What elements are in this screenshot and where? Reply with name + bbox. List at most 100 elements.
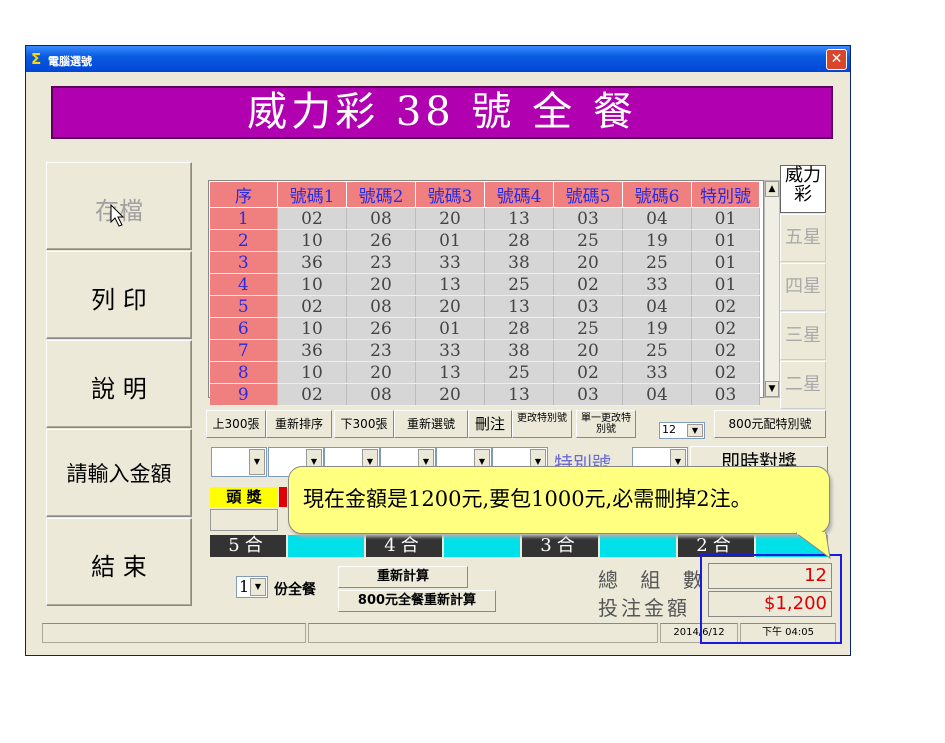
- reselect-button[interactable]: 重新選號: [394, 410, 468, 438]
- row-number: 8: [209, 361, 278, 384]
- print-button[interactable]: 列 印: [46, 251, 192, 339]
- number-cell: 03: [553, 295, 623, 318]
- row-number: 7: [209, 339, 278, 362]
- column-header[interactable]: 號碼6: [622, 181, 692, 208]
- number-cell: 25: [553, 229, 623, 252]
- help-button[interactable]: 說 明: [46, 340, 192, 428]
- number-cell: 25: [553, 317, 623, 340]
- row-number: 4: [209, 273, 278, 296]
- column-header[interactable]: 號碼5: [553, 181, 623, 208]
- number-cell: 01: [691, 251, 760, 274]
- column-header[interactable]: 特別號: [691, 181, 760, 208]
- tier-powerball[interactable]: 威力彩: [780, 165, 826, 213]
- row-number: 2: [209, 229, 278, 252]
- table-row[interactable]: 6 10 26 01 28 25 19 02: [209, 317, 760, 340]
- number-cell: 19: [622, 229, 692, 252]
- number-cell: 02: [553, 361, 623, 384]
- table-row[interactable]: 9 02 08 20 13 03 04 03: [209, 383, 760, 406]
- mouse-cursor-icon: [110, 204, 125, 227]
- match-3-value: [600, 535, 676, 557]
- number-cell: 02: [691, 361, 760, 384]
- check-number-select-1[interactable]: ▼: [211, 447, 267, 477]
- number-cell: 33: [622, 273, 692, 296]
- chevron-down-icon: ▼: [249, 449, 265, 475]
- tier-five-star[interactable]: 五星: [780, 214, 826, 262]
- match-5-label: 5合: [210, 535, 286, 557]
- number-cell: 20: [415, 295, 485, 318]
- column-header[interactable]: 號碼2: [346, 181, 416, 208]
- number-cell: 01: [415, 229, 485, 252]
- number-cell: 02: [277, 207, 347, 230]
- window-title: 電腦選號: [48, 55, 92, 68]
- number-cell: 33: [415, 251, 485, 274]
- enter-amount-button[interactable]: 請輸入金額: [46, 429, 192, 517]
- number-cell: 25: [484, 273, 554, 296]
- sets-select[interactable]: 1 ▼: [236, 576, 268, 598]
- number-cell: 01: [691, 273, 760, 296]
- number-cell: 02: [553, 273, 623, 296]
- table-row[interactable]: 8 10 20 13 25 02 33 02: [209, 361, 760, 384]
- table-row[interactable]: 1 02 08 20 13 03 04 01: [209, 207, 760, 230]
- match-3-label: 3合: [522, 535, 598, 557]
- status-panel-1: [42, 623, 306, 643]
- change-one-special-button[interactable]: 單一更改特別號: [576, 410, 636, 438]
- scroll-up-arrow[interactable]: ▲: [765, 181, 779, 197]
- prev-300-button[interactable]: 上300張: [206, 410, 266, 438]
- table-row[interactable]: 4 10 20 13 25 02 33 01: [209, 273, 760, 296]
- prize-field-1: [210, 509, 278, 531]
- banner-title: 威力彩 38 號 全 餐: [51, 86, 833, 139]
- column-header[interactable]: 號碼3: [415, 181, 485, 208]
- bet-amount-label: 投注金額: [598, 596, 690, 620]
- status-panel-2: [308, 623, 658, 643]
- table-row[interactable]: 3 36 23 33 38 20 25 01: [209, 251, 760, 274]
- number-cell: 02: [691, 295, 760, 318]
- number-cell: 36: [277, 339, 347, 362]
- column-header[interactable]: 號碼4: [484, 181, 554, 208]
- number-cell: 25: [484, 361, 554, 384]
- next-300-button[interactable]: 下300張: [334, 410, 394, 438]
- tier-four-star[interactable]: 四星: [780, 263, 826, 311]
- exit-button[interactable]: 結 束: [46, 518, 192, 606]
- table-row[interactable]: 5 02 08 20 13 03 04 02: [209, 295, 760, 318]
- tier-three-star[interactable]: 三星: [780, 312, 826, 360]
- chevron-down-icon: ▼: [250, 578, 266, 596]
- number-cell: 13: [415, 273, 485, 296]
- close-button[interactable]: ✕: [826, 49, 847, 70]
- number-cell: 20: [346, 273, 416, 296]
- number-cell: 23: [346, 339, 416, 362]
- recalculate-800-button[interactable]: 800元全餐重新計算: [338, 590, 496, 612]
- column-header[interactable]: 號碼1: [277, 181, 347, 208]
- number-cell: 36: [277, 251, 347, 274]
- number-cell: 25: [622, 251, 692, 274]
- sets-label: 份全餐: [274, 582, 316, 598]
- resort-button[interactable]: 重新排序: [266, 410, 332, 438]
- grid-scrollbar[interactable]: ▲ ▼: [764, 180, 780, 398]
- callout-tooltip: 現在金額是1200元,要包1000元,必需刪掉2注。: [288, 466, 830, 534]
- number-cell: 13: [484, 383, 554, 406]
- row-number: 3: [209, 251, 278, 274]
- count-select[interactable]: 12 ▼: [659, 422, 705, 439]
- delete-bet-button[interactable]: 刪注: [468, 410, 512, 438]
- column-header[interactable]: 序: [209, 181, 278, 208]
- number-cell: 26: [346, 317, 416, 340]
- recalculate-button[interactable]: 重新計算: [338, 566, 468, 588]
- table-row[interactable]: 2 10 26 01 28 25 19 01: [209, 229, 760, 252]
- number-cell: 20: [553, 339, 623, 362]
- numbers-grid[interactable]: 序號碼1 號碼2 號碼3 號碼4 號碼5 號碼6 特別號 1 02 08 20 13 03 04 01 2 1…: [208, 180, 764, 406]
- change-special-button[interactable]: 更改特別號: [512, 410, 572, 438]
- number-cell: 33: [622, 361, 692, 384]
- number-cell: 28: [484, 317, 554, 340]
- scroll-down-arrow[interactable]: ▼: [765, 381, 779, 397]
- number-cell: 20: [415, 383, 485, 406]
- number-cell: 01: [691, 207, 760, 230]
- special-800-button[interactable]: 800元配特別號: [714, 410, 826, 438]
- number-cell: 26: [346, 229, 416, 252]
- total-sets-label: 總 組 數: [598, 568, 711, 592]
- match-4-label: 4合: [366, 535, 442, 557]
- app-icon: Σ: [31, 50, 42, 68]
- tier-two-star[interactable]: 二星: [780, 361, 826, 409]
- callout-pointer: [796, 532, 831, 560]
- number-cell: 10: [277, 229, 347, 252]
- row-number: 1: [209, 207, 278, 230]
- table-row[interactable]: 7 36 23 33 38 20 25 02: [209, 339, 760, 362]
